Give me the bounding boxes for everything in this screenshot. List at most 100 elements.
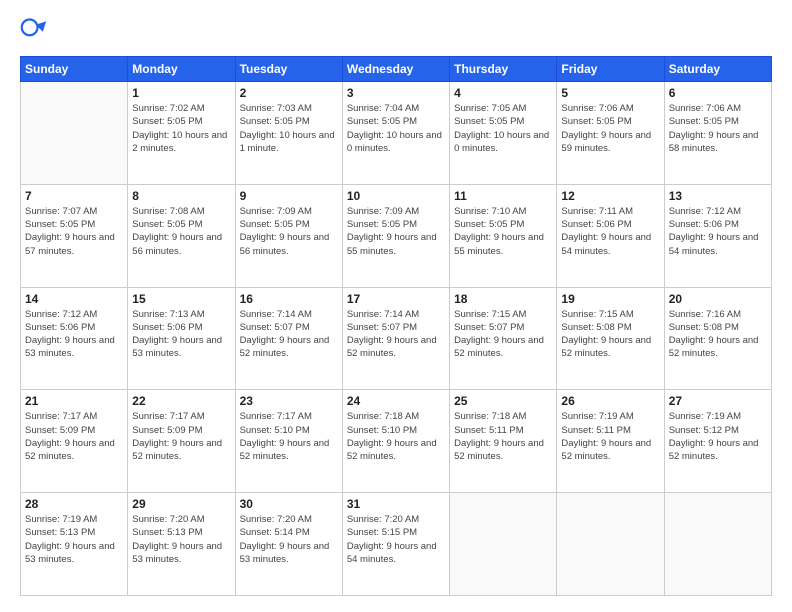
day-number: 17 [347, 292, 445, 306]
day-number: 29 [132, 497, 230, 511]
day-number: 7 [25, 189, 123, 203]
day-number: 3 [347, 86, 445, 100]
calendar-cell: 11Sunrise: 7:10 AMSunset: 5:05 PMDayligh… [450, 184, 557, 287]
calendar-header-thursday: Thursday [450, 57, 557, 82]
day-info: Sunrise: 7:16 AMSunset: 5:08 PMDaylight:… [669, 308, 767, 361]
day-info: Sunrise: 7:10 AMSunset: 5:05 PMDaylight:… [454, 205, 552, 258]
day-info: Sunrise: 7:18 AMSunset: 5:11 PMDaylight:… [454, 410, 552, 463]
calendar-cell: 25Sunrise: 7:18 AMSunset: 5:11 PMDayligh… [450, 390, 557, 493]
day-number: 18 [454, 292, 552, 306]
day-info: Sunrise: 7:12 AMSunset: 5:06 PMDaylight:… [669, 205, 767, 258]
day-info: Sunrise: 7:13 AMSunset: 5:06 PMDaylight:… [132, 308, 230, 361]
calendar-cell: 8 Sunrise: 7:08 AMSunset: 5:05 PMDaylight… [128, 184, 235, 287]
day-number: 8 [132, 189, 230, 203]
day-number: 19 [561, 292, 659, 306]
day-number: 23 [240, 394, 338, 408]
day-info: Sunrise: 7:02 AMSunset: 5:05 PMDaylight:… [132, 102, 230, 155]
day-number: 31 [347, 497, 445, 511]
day-info: Sunrise: 7:04 AMSunset: 5:05 PMDaylight:… [347, 102, 445, 155]
day-number: 22 [132, 394, 230, 408]
logo-icon [20, 16, 48, 44]
calendar-cell: 5 Sunrise: 7:06 AMSunset: 5:05 PMDaylight… [557, 82, 664, 185]
day-number: 28 [25, 497, 123, 511]
day-info: Sunrise: 7:09 AMSunset: 5:05 PMDaylight:… [347, 205, 445, 258]
day-info: Sunrise: 7:09 AMSunset: 5:05 PMDaylight:… [240, 205, 338, 258]
calendar-cell: 28 Sunrise: 7:19 AMSunset: 5:13 PMDayligh… [21, 493, 128, 596]
day-info: Sunrise: 7:12 AMSunset: 5:06 PMDaylight:… [25, 308, 123, 361]
calendar-cell: 24Sunrise: 7:18 AMSunset: 5:10 PMDayligh… [342, 390, 449, 493]
calendar-week-5: 28 Sunrise: 7:19 AMSunset: 5:13 PMDayligh… [21, 493, 772, 596]
day-info: Sunrise: 7:03 AMSunset: 5:05 PMDaylight:… [240, 102, 338, 155]
header [20, 16, 772, 44]
calendar-cell: 13 Sunrise: 7:12 AMSunset: 5:06 PMDayligh… [664, 184, 771, 287]
day-info: Sunrise: 7:08 AMSunset: 5:05 PMDaylight:… [132, 205, 230, 258]
calendar-cell: 22Sunrise: 7:17 AMSunset: 5:09 PMDayligh… [128, 390, 235, 493]
calendar-cell: 26 Sunrise: 7:19 AMSunset: 5:11 PMDayligh… [557, 390, 664, 493]
day-number: 27 [669, 394, 767, 408]
day-number: 14 [25, 292, 123, 306]
day-info: Sunrise: 7:20 AMSunset: 5:13 PMDaylight:… [132, 513, 230, 566]
calendar-cell: 20 Sunrise: 7:16 AMSunset: 5:08 PMDayligh… [664, 287, 771, 390]
day-info: Sunrise: 7:06 AMSunset: 5:05 PMDaylight:… [561, 102, 659, 155]
calendar-week-4: 21Sunrise: 7:17 AMSunset: 5:09 PMDayligh… [21, 390, 772, 493]
calendar-cell: 15Sunrise: 7:13 AMSunset: 5:06 PMDayligh… [128, 287, 235, 390]
day-info: Sunrise: 7:20 AMSunset: 5:15 PMDaylight:… [347, 513, 445, 566]
day-info: Sunrise: 7:11 AMSunset: 5:06 PMDaylight:… [561, 205, 659, 258]
day-number: 1 [132, 86, 230, 100]
calendar-cell: 4 Sunrise: 7:05 AMSunset: 5:05 PMDaylight… [450, 82, 557, 185]
day-number: 16 [240, 292, 338, 306]
calendar-cell: 17 Sunrise: 7:14 AMSunset: 5:07 PMDayligh… [342, 287, 449, 390]
day-number: 6 [669, 86, 767, 100]
day-info: Sunrise: 7:19 AMSunset: 5:13 PMDaylight:… [25, 513, 123, 566]
calendar-cell: 14 Sunrise: 7:12 AMSunset: 5:06 PMDayligh… [21, 287, 128, 390]
logo [20, 16, 52, 44]
day-number: 30 [240, 497, 338, 511]
page: SundayMondayTuesdayWednesdayThursdayFrid… [0, 0, 792, 612]
calendar-cell [664, 493, 771, 596]
calendar-header-row: SundayMondayTuesdayWednesdayThursdayFrid… [21, 57, 772, 82]
day-info: Sunrise: 7:17 AMSunset: 5:09 PMDaylight:… [25, 410, 123, 463]
calendar-cell: 6 Sunrise: 7:06 AMSunset: 5:05 PMDaylight… [664, 82, 771, 185]
calendar-cell [21, 82, 128, 185]
day-number: 4 [454, 86, 552, 100]
calendar-header-friday: Friday [557, 57, 664, 82]
calendar-cell: 3 Sunrise: 7:04 AMSunset: 5:05 PMDaylight… [342, 82, 449, 185]
day-number: 26 [561, 394, 659, 408]
day-number: 20 [669, 292, 767, 306]
calendar-cell: 23Sunrise: 7:17 AMSunset: 5:10 PMDayligh… [235, 390, 342, 493]
calendar-header-wednesday: Wednesday [342, 57, 449, 82]
day-info: Sunrise: 7:14 AMSunset: 5:07 PMDaylight:… [347, 308, 445, 361]
day-info: Sunrise: 7:14 AMSunset: 5:07 PMDaylight:… [240, 308, 338, 361]
calendar-cell: 1 Sunrise: 7:02 AMSunset: 5:05 PMDaylight… [128, 82, 235, 185]
day-info: Sunrise: 7:19 AMSunset: 5:12 PMDaylight:… [669, 410, 767, 463]
day-number: 13 [669, 189, 767, 203]
calendar-cell: 2 Sunrise: 7:03 AMSunset: 5:05 PMDaylight… [235, 82, 342, 185]
calendar-cell: 27 Sunrise: 7:19 AMSunset: 5:12 PMDayligh… [664, 390, 771, 493]
calendar-week-2: 7 Sunrise: 7:07 AMSunset: 5:05 PMDaylight… [21, 184, 772, 287]
calendar-cell: 16 Sunrise: 7:14 AMSunset: 5:07 PMDayligh… [235, 287, 342, 390]
day-info: Sunrise: 7:18 AMSunset: 5:10 PMDaylight:… [347, 410, 445, 463]
calendar-cell: 31 Sunrise: 7:20 AMSunset: 5:15 PMDayligh… [342, 493, 449, 596]
day-info: Sunrise: 7:07 AMSunset: 5:05 PMDaylight:… [25, 205, 123, 258]
day-info: Sunrise: 7:19 AMSunset: 5:11 PMDaylight:… [561, 410, 659, 463]
calendar-header-monday: Monday [128, 57, 235, 82]
calendar-cell: 18 Sunrise: 7:15 AMSunset: 5:07 PMDayligh… [450, 287, 557, 390]
day-number: 9 [240, 189, 338, 203]
day-number: 5 [561, 86, 659, 100]
day-number: 10 [347, 189, 445, 203]
calendar-cell: 9 Sunrise: 7:09 AMSunset: 5:05 PMDaylight… [235, 184, 342, 287]
day-info: Sunrise: 7:05 AMSunset: 5:05 PMDaylight:… [454, 102, 552, 155]
calendar-week-1: 1 Sunrise: 7:02 AMSunset: 5:05 PMDaylight… [21, 82, 772, 185]
calendar-cell: 12 Sunrise: 7:11 AMSunset: 5:06 PMDayligh… [557, 184, 664, 287]
day-info: Sunrise: 7:06 AMSunset: 5:05 PMDaylight:… [669, 102, 767, 155]
calendar-cell: 29 Sunrise: 7:20 AMSunset: 5:13 PMDayligh… [128, 493, 235, 596]
day-info: Sunrise: 7:20 AMSunset: 5:14 PMDaylight:… [240, 513, 338, 566]
calendar-week-3: 14 Sunrise: 7:12 AMSunset: 5:06 PMDayligh… [21, 287, 772, 390]
day-info: Sunrise: 7:15 AMSunset: 5:07 PMDaylight:… [454, 308, 552, 361]
day-number: 12 [561, 189, 659, 203]
day-number: 2 [240, 86, 338, 100]
calendar-cell: 10 Sunrise: 7:09 AMSunset: 5:05 PMDayligh… [342, 184, 449, 287]
calendar-cell: 21Sunrise: 7:17 AMSunset: 5:09 PMDayligh… [21, 390, 128, 493]
calendar: SundayMondayTuesdayWednesdayThursdayFrid… [20, 56, 772, 596]
calendar-cell [450, 493, 557, 596]
